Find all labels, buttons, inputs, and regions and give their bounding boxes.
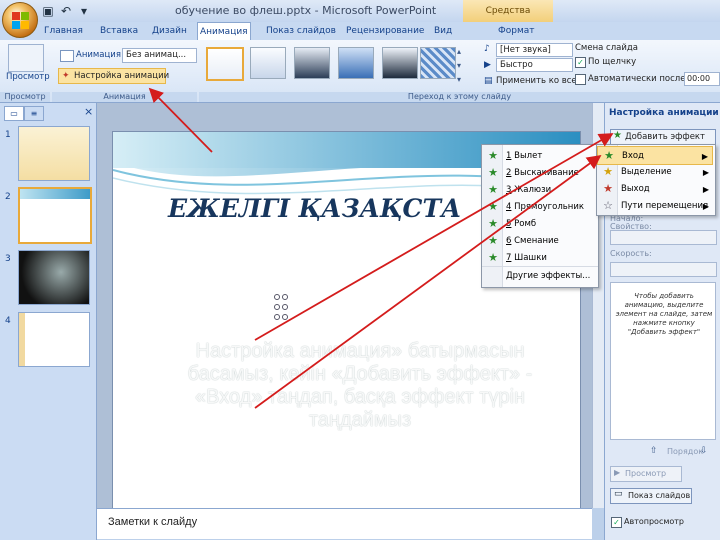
star-yellow-icon: ★ (603, 165, 613, 178)
speed-field (610, 262, 717, 277)
contextual-tab-group: Средства рисования (463, 0, 553, 38)
transition-thumb-blue[interactable] (338, 47, 374, 79)
slides-tab[interactable]: ▭ (4, 106, 24, 121)
undo-icon[interactable]: ↶ (58, 3, 74, 19)
on-click-label: По щелчку (588, 57, 637, 67)
slide-thumb-3[interactable] (18, 250, 90, 305)
apply-all-button[interactable]: Применить ко всем (496, 76, 583, 86)
star-green-icon: ★ (604, 149, 614, 162)
tab-design[interactable]: Дизайн (150, 22, 189, 40)
transition-thumb-fade[interactable] (250, 47, 286, 79)
auto-after-time[interactable]: 00:00 (684, 72, 720, 86)
thumb-wave (20, 189, 90, 199)
change-slide-label: Смена слайда (575, 43, 638, 53)
order-down-icon[interactable]: ⇩ (700, 446, 708, 456)
star-outline-icon: ☆ (603, 199, 613, 212)
star-green-icon: ★ (488, 149, 498, 162)
tab-slideshow[interactable]: Показ слайдов (264, 22, 338, 40)
slideshow-label: Показ слайдов (628, 491, 691, 500)
transition-thumb-dark[interactable] (382, 47, 418, 79)
star-green-icon: ★ (488, 251, 498, 264)
order-label: Порядок (667, 447, 704, 456)
property-label: Свойство: (610, 222, 652, 231)
slide-number: 2 (5, 192, 11, 202)
gallery-scroll[interactable]: ▴ ▾ ▾ (457, 45, 467, 89)
add-effect-label: Добавить эффект (625, 132, 706, 142)
slide-thumb-4[interactable] (18, 312, 90, 367)
animation-icon (60, 50, 74, 62)
menu-item-more-effects[interactable]: Другие эффекты... (482, 266, 598, 286)
autopreview-label: Автопросмотр (624, 517, 685, 526)
preview-button[interactable]: Просмотр (6, 72, 50, 82)
close-pane-button[interactable]: × (84, 105, 93, 118)
add-effect-icon: ★ (613, 130, 622, 141)
office-button[interactable] (2, 2, 38, 38)
add-effect-menu: ★ Вход ▶ ★ Выделение ▶ ★ Выход ▶ ☆ Пути перемещ… (596, 144, 716, 216)
tab-review[interactable]: Рецензирование (344, 22, 426, 40)
transition-thumb-black[interactable] (294, 47, 330, 79)
slide-body-text[interactable]: Настройка анимация» батырмасын басамыз, … (160, 340, 560, 432)
tab-insert[interactable]: Вставка (98, 22, 140, 40)
star-green-icon: ★ (488, 217, 498, 230)
save-icon[interactable]: ▣ (40, 3, 56, 19)
auto-after-checkbox[interactable] (575, 74, 586, 85)
tab-home[interactable]: Главная (42, 22, 85, 40)
preview-icon[interactable] (8, 44, 44, 72)
on-click-checkbox[interactable]: ✓ (575, 57, 586, 68)
notes-placeholder: Заметки к слайду (108, 516, 198, 528)
start-select (610, 230, 717, 245)
order-up-icon[interactable]: ⇧ (650, 446, 658, 456)
autopreview-checkbox[interactable]: ✓ (611, 517, 622, 528)
preview-pane-label: Просмотр (625, 469, 667, 478)
window-title: обучение во флеш.pptx - Microsoft PowerP… (175, 4, 437, 17)
star-green-icon: ★ (488, 166, 498, 179)
slide-thumb-2[interactable] (18, 187, 92, 244)
transition-thumb-checker[interactable] (420, 47, 456, 79)
auto-after-label: Автоматически после: (588, 74, 689, 84)
sound-select[interactable]: [Нет звука] (496, 43, 573, 57)
group-animation-label: Анимация (52, 92, 197, 102)
redo-icon[interactable]: ▾ (76, 3, 92, 19)
apply-all-icon: ▤ (484, 76, 493, 86)
star-red-icon: ★ (603, 182, 613, 195)
group-transition-label: Переход к этому слайду (199, 92, 720, 102)
slide-number: 4 (5, 316, 11, 326)
slide-number: 1 (5, 130, 11, 140)
speed-label: Скорость: (610, 249, 652, 258)
play-icon: ▶ (614, 468, 621, 477)
animation-hint: Чтобы добавить анимацию, выделите элемен… (615, 292, 713, 336)
slide-title[interactable]: ЕЖЕЛГІ ҚАЗАҚСТА (168, 194, 461, 223)
selection-handle-icon[interactable] (274, 294, 288, 320)
star-green-icon: ★ (488, 183, 498, 196)
task-pane-title: Настройка анимации (609, 108, 719, 118)
entrance-effects-menu: ★ 1 Вылет ★ 2 Выскакивание ★ 3 Жалюзи ★ 4 Пр… (481, 144, 599, 288)
star-green-icon: ★ (488, 200, 498, 213)
slide-thumb-1[interactable] (18, 126, 90, 181)
tab-animation[interactable]: Анимация (197, 22, 251, 40)
tab-view[interactable]: Вид (432, 22, 454, 40)
tab-format[interactable]: Формат (496, 22, 537, 40)
custom-animation-icon: ✦ (62, 71, 70, 81)
slideshow-icon: ▭ (614, 489, 623, 499)
transition-thumb-none[interactable] (206, 47, 244, 81)
star-green-icon: ★ (488, 234, 498, 247)
group-preview-label: Просмотр (0, 92, 50, 102)
menu-item-motion-paths[interactable]: ☆ Пути перемещения ▶ (597, 197, 713, 216)
outline-tab[interactable]: ≡ (24, 106, 44, 121)
sound-icon: ♪ (484, 44, 490, 54)
custom-animation-label: Настройка анимации (74, 71, 170, 81)
speed-select[interactable]: Быстро (496, 58, 573, 72)
slide-number: 3 (5, 254, 11, 264)
speed-icon: ▶ (484, 60, 491, 70)
animation-select[interactable]: Без анимац... (122, 48, 197, 63)
animation-label: Анимация: (76, 50, 124, 60)
